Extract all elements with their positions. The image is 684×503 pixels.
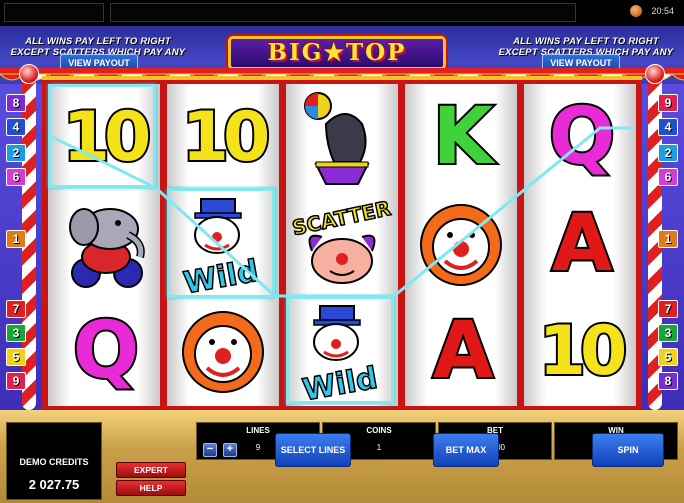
select-lines-button[interactable]: SELECT LINES bbox=[275, 433, 351, 467]
payline-marker-right[interactable]: 8 bbox=[658, 372, 678, 390]
payline-marker-left[interactable]: 4 bbox=[6, 118, 26, 136]
spin-button[interactable]: SPIN bbox=[592, 433, 664, 467]
clock: 20:54 bbox=[651, 6, 674, 16]
payline-marker-right[interactable]: 5 bbox=[658, 348, 678, 366]
payline-marker-right[interactable]: 6 bbox=[658, 168, 678, 186]
winning-payline bbox=[48, 126, 636, 298]
reels-area: 10 Q 10 Wild SCATTER Wild K A Q A 10 bbox=[48, 84, 636, 409]
top-bar: 20:54 bbox=[0, 0, 684, 26]
credits-display: DEMO CREDITS 2 027.75 bbox=[6, 422, 102, 500]
payline-marker-left[interactable]: 3 bbox=[6, 324, 26, 342]
canopy-scallop bbox=[670, 73, 684, 81]
expert-button[interactable]: EXPERT bbox=[116, 462, 186, 478]
credits-value: 2 027.75 bbox=[28, 477, 80, 492]
game-logo: BIG★TOP bbox=[228, 36, 446, 70]
help-button[interactable]: HELP bbox=[116, 480, 186, 496]
payline-marker-right[interactable]: 2 bbox=[658, 144, 678, 162]
payline-marker-left[interactable]: 2 bbox=[6, 144, 26, 162]
lines-decrease-button[interactable]: − bbox=[203, 443, 217, 457]
payline-marker-left[interactable]: 9 bbox=[6, 372, 26, 390]
payline-marker-right[interactable]: 1 bbox=[658, 230, 678, 248]
payline-marker-left[interactable]: 1 bbox=[6, 230, 26, 248]
bet-max-button[interactable]: BET MAX bbox=[433, 433, 499, 467]
pole-ball-left bbox=[19, 64, 39, 84]
lines-increase-button[interactable]: + bbox=[223, 443, 237, 457]
payline-marker-left[interactable]: 6 bbox=[6, 168, 26, 186]
payline-marker-left[interactable]: 8 bbox=[6, 94, 26, 112]
payline-marker-right[interactable]: 7 bbox=[658, 300, 678, 318]
user-icon[interactable] bbox=[630, 5, 642, 17]
payline-marker-right[interactable]: 4 bbox=[658, 118, 678, 136]
pole-ball-right bbox=[645, 64, 665, 84]
top-field-center bbox=[110, 3, 576, 22]
payline-marker-left[interactable]: 5 bbox=[6, 348, 26, 366]
payline-marker-left[interactable]: 7 bbox=[6, 300, 26, 318]
top-field-left bbox=[4, 3, 104, 22]
payline-marker-right[interactable]: 3 bbox=[658, 324, 678, 342]
credits-label: DEMO CREDITS bbox=[19, 457, 89, 467]
payline-marker-right[interactable]: 9 bbox=[658, 94, 678, 112]
logo-text: BIG★TOP bbox=[267, 39, 407, 66]
